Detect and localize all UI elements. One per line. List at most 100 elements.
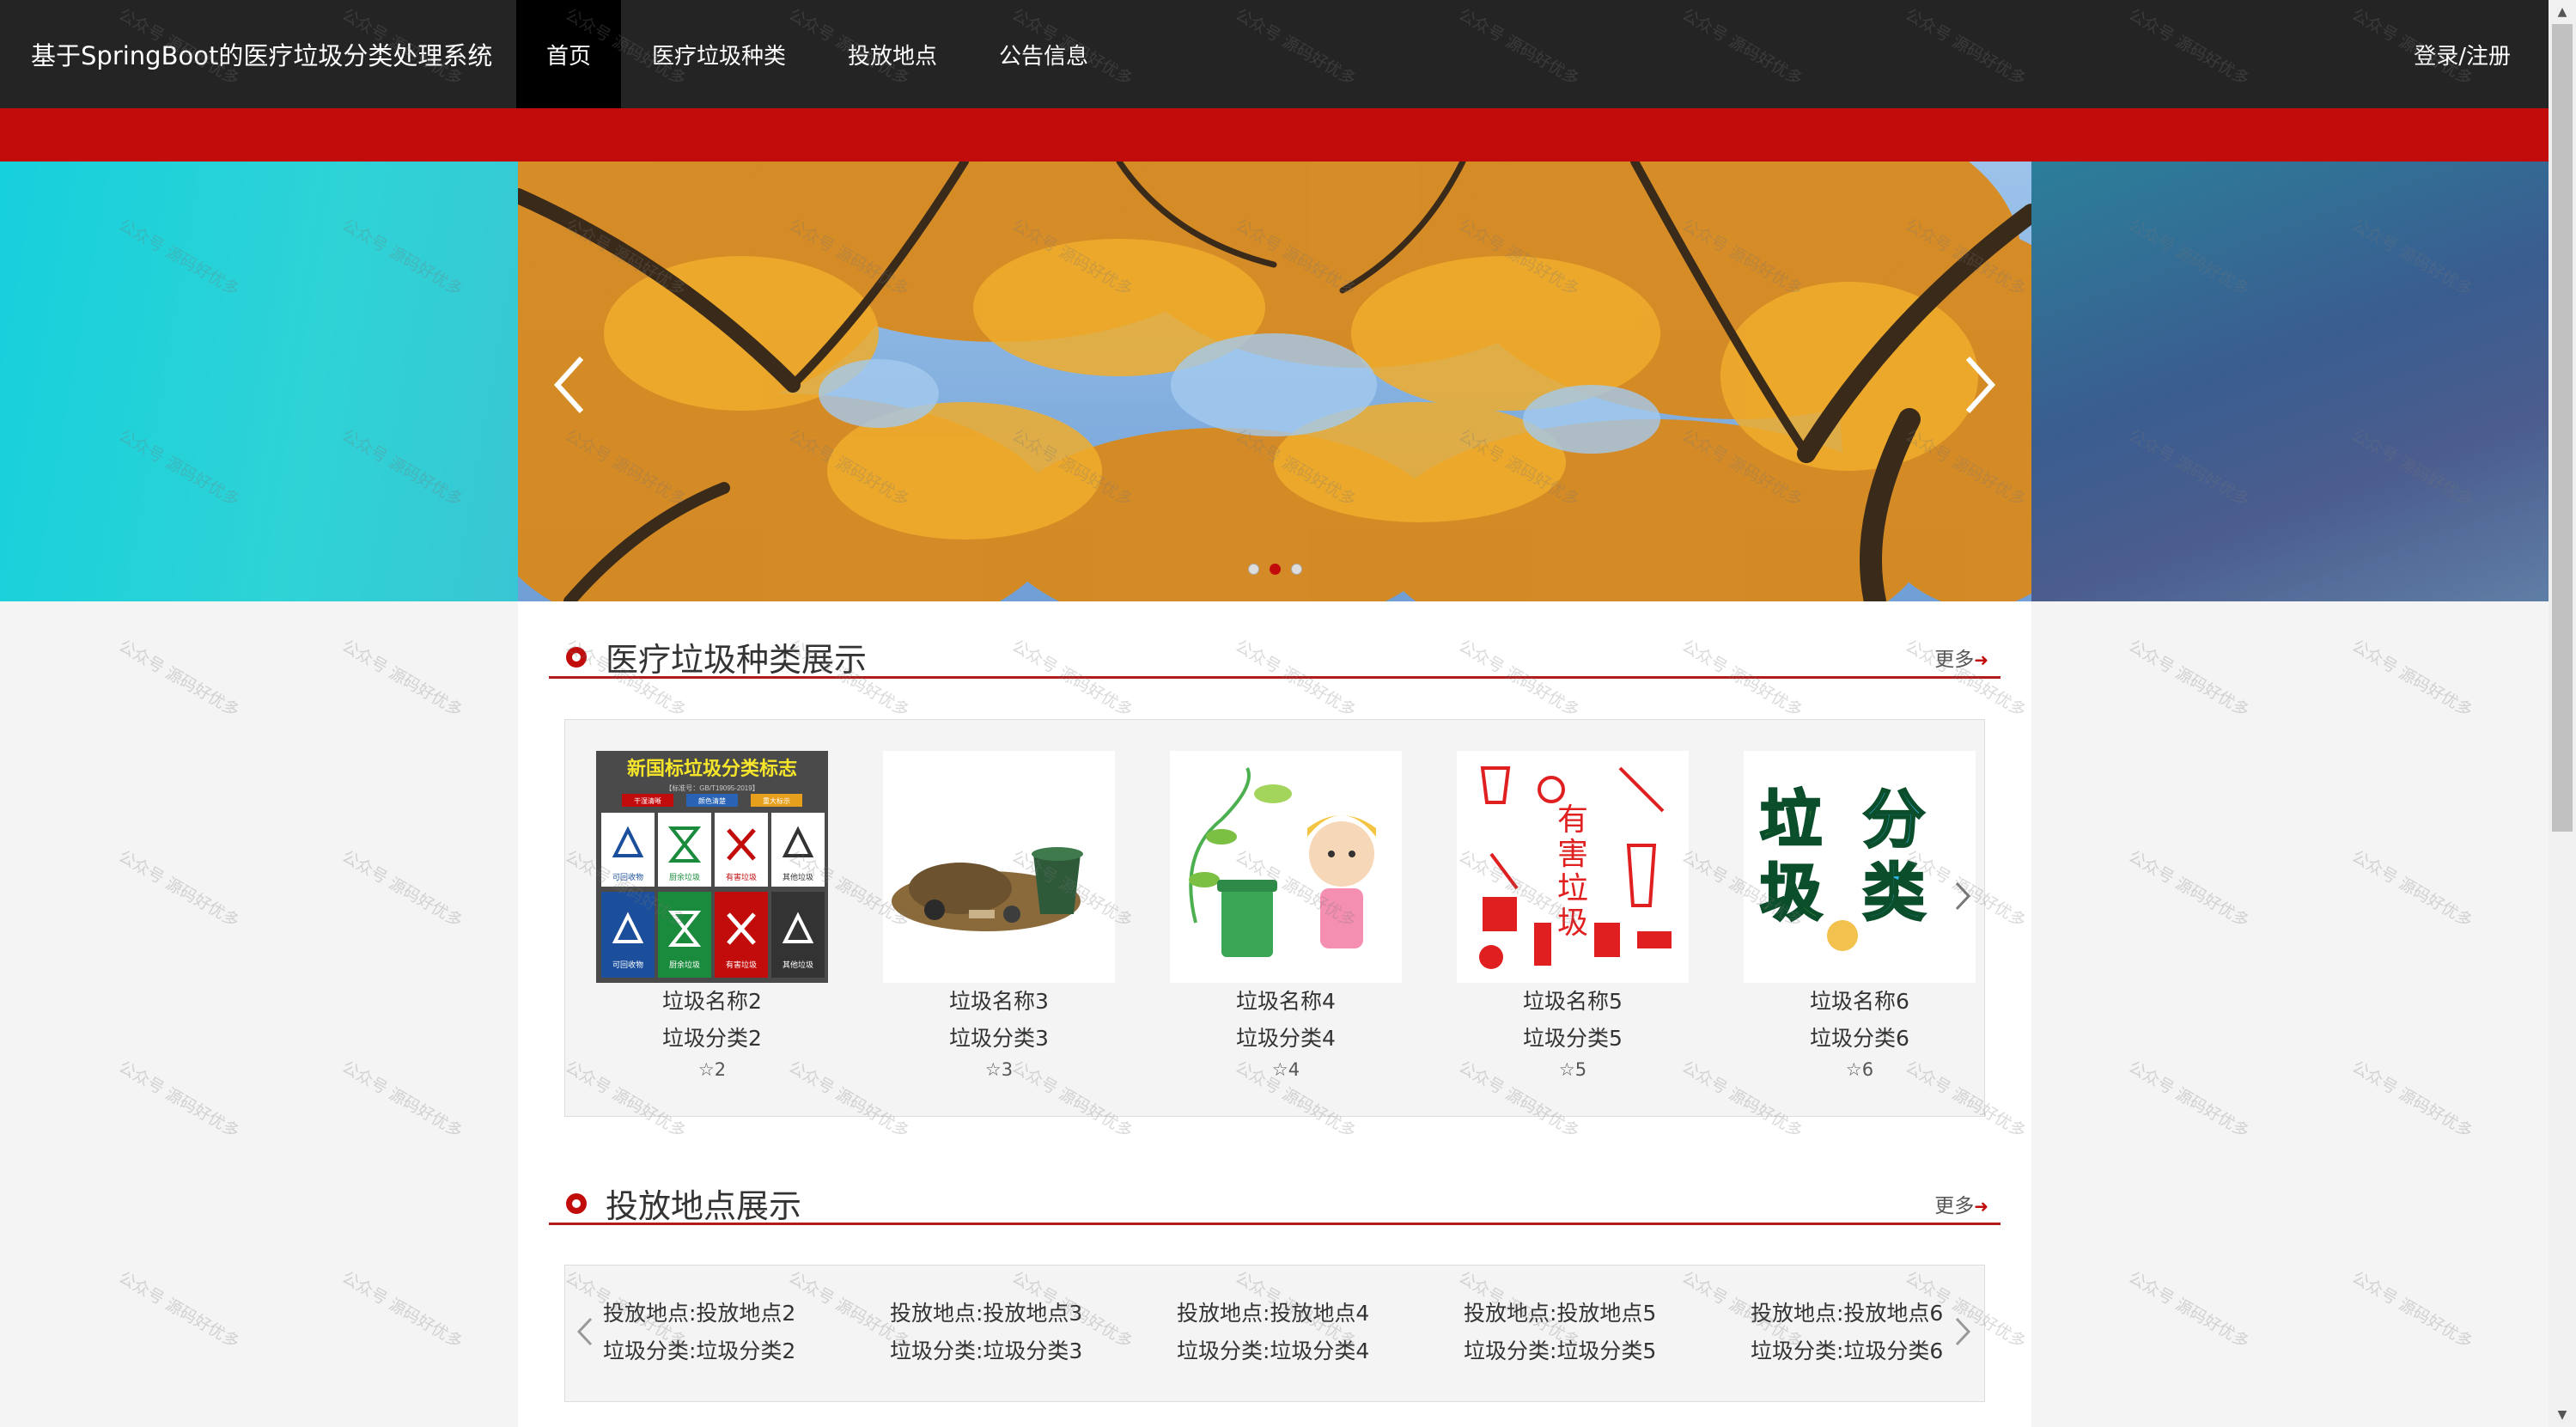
- waste-card[interactable]: 垃圾名称3 垃圾分类3 ☆3: [883, 751, 1115, 1082]
- nav-announcements[interactable]: 公告信息: [968, 0, 1119, 108]
- locations-header: 投放地点展示 更多➜: [549, 1184, 2001, 1225]
- login-register-link[interactable]: 登录/注册: [2414, 39, 2549, 70]
- waste-category: 垃圾分类5: [1523, 1026, 1623, 1051]
- sign-tag: 重大标示: [763, 796, 790, 805]
- scroll-down-icon[interactable]: ▼: [2549, 1403, 2576, 1427]
- star-icon: ☆: [1271, 1059, 1288, 1080]
- star-icon: ☆: [984, 1059, 1002, 1080]
- sign-tag: 干湿清晰: [634, 796, 661, 805]
- waste-name: 垃圾名称6: [1810, 989, 1909, 1014]
- waste-card[interactable]: 新国标垃圾分类标志 【标准号：GB/T19095-2019】 干湿清晰 颜色清楚…: [596, 751, 828, 1082]
- waste-category: 垃圾分类2: [662, 1026, 762, 1051]
- accent-bar: [0, 108, 2549, 162]
- sign-label: 厨余垃圾: [669, 872, 700, 881]
- waste-category: 垃圾分类4: [1236, 1026, 1336, 1051]
- watermark-text: 公众号 源码好优多: [2348, 636, 2476, 721]
- nav-waste-types[interactable]: 医疗垃圾种类: [621, 0, 817, 108]
- waste-next-button[interactable]: [1950, 875, 1976, 918]
- watermark-text: 公众号 源码好优多: [2348, 846, 2476, 931]
- waste-rating: ☆6: [1744, 1057, 1976, 1082]
- poster-char: 分: [1863, 786, 1925, 855]
- waste-name: 垃圾名称2: [662, 989, 762, 1014]
- poster-char: 垃: [1557, 871, 1588, 906]
- section-title: 投放地点展示: [606, 1187, 802, 1225]
- waste-name: 垃圾名称5: [1523, 989, 1623, 1014]
- waste-rating: ☆3: [883, 1057, 1115, 1082]
- carousel-prev-button[interactable]: [544, 351, 595, 419]
- scroll-up-icon[interactable]: ▲: [2549, 0, 2576, 24]
- waste-card[interactable]: 有 害 垃 圾 垃圾名称5 垃圾分类5 ☆5: [1457, 751, 1689, 1082]
- sign-label: 有害垃圾: [726, 960, 757, 969]
- waste-rating: ☆2: [596, 1057, 828, 1082]
- carousel-next-button[interactable]: [1954, 351, 2006, 419]
- carousel-dot[interactable]: [1290, 564, 1302, 575]
- waste-category: 垃圾分类6: [1810, 1026, 1909, 1051]
- waste-image: [1170, 751, 1402, 983]
- nav-home[interactable]: 首页: [516, 0, 621, 108]
- rating-value: 3: [1001, 1059, 1014, 1080]
- waste-rating: ☆5: [1457, 1057, 1689, 1082]
- sign-tag: 颜色清楚: [698, 796, 726, 805]
- chevron-left-icon: [553, 356, 584, 414]
- location-place: 投放地点:投放地点2: [603, 1301, 796, 1326]
- watermark-text: 公众号 源码好优多: [338, 1267, 466, 1352]
- location-card[interactable]: 投放地点:投放地点4 垃圾分类:垃圾分类4: [1177, 1295, 1426, 1370]
- watermark-text: 公众号 源码好优多: [338, 846, 466, 931]
- chevron-left-icon: [576, 1317, 593, 1346]
- scrollbar-thumb[interactable]: [2552, 24, 2573, 832]
- chevron-right-icon: [1965, 356, 1996, 414]
- location-place: 投放地点:投放地点5: [1464, 1301, 1657, 1326]
- site-title[interactable]: 基于SpringBoot的医疗垃圾分类处理系统: [0, 36, 516, 72]
- section-title: 医疗垃圾种类展示: [606, 641, 868, 679]
- location-category: 垃圾分类:垃圾分类2: [603, 1339, 796, 1363]
- nav-drop-locations[interactable]: 投放地点: [817, 0, 968, 108]
- locations-prev-button[interactable]: [572, 1310, 598, 1353]
- carousel-indicators: [518, 564, 2031, 575]
- location-category: 垃圾分类:垃圾分类3: [890, 1339, 1083, 1363]
- poster-char: 垃: [1760, 786, 1822, 855]
- banner-side-left: [0, 162, 518, 601]
- location-place: 投放地点:投放地点4: [1177, 1301, 1370, 1326]
- poster-char: 害: [1557, 837, 1588, 871]
- waste-image: 新国标垃圾分类标志 【标准号：GB/T19095-2019】 干湿清晰 颜色清楚…: [596, 751, 828, 983]
- rating-value: 4: [1288, 1059, 1300, 1080]
- autumn-tree-image: [518, 162, 2031, 601]
- location-category: 垃圾分类:垃圾分类4: [1177, 1339, 1370, 1363]
- carousel-dot[interactable]: [1269, 564, 1281, 575]
- poster-char: 类: [1863, 859, 1925, 928]
- waste-card[interactable]: 垃 圾 分 类 垃圾名称6 垃圾分类6 ☆6: [1744, 751, 1976, 1082]
- waste-card[interactable]: 垃圾名称4 垃圾分类4 ☆4: [1170, 751, 1402, 1082]
- waste-image: 垃 圾 分 类: [1744, 751, 1976, 983]
- waste-rating: ☆4: [1170, 1057, 1402, 1082]
- location-card[interactable]: 投放地点:投放地点5 垃圾分类:垃圾分类5: [1464, 1295, 1713, 1370]
- watermark-text: 公众号 源码好优多: [2125, 1267, 2253, 1352]
- watermark-text: 公众号 源码好优多: [115, 1267, 243, 1352]
- more-link[interactable]: 更多➜: [1934, 643, 1988, 672]
- watermark-text: 公众号 源码好优多: [2125, 1057, 2253, 1142]
- sign-label: 其他垃圾: [783, 872, 813, 881]
- watermark-text: 公众号 源码好优多: [115, 636, 243, 721]
- sign-label: 可回收物: [612, 960, 643, 969]
- locations-panel: 投放地点:投放地点2 垃圾分类:垃圾分类2 投放地点:投放地点3 垃圾分类:垃圾…: [564, 1265, 1985, 1402]
- watermark-text: 公众号 源码好优多: [338, 1057, 466, 1142]
- locations-next-button[interactable]: [1950, 1310, 1976, 1353]
- carousel-dot[interactable]: [1247, 564, 1259, 575]
- rating-value: 5: [1574, 1059, 1587, 1080]
- location-card[interactable]: 投放地点:投放地点3 垃圾分类:垃圾分类3: [890, 1295, 1139, 1370]
- circle-bullet-icon: [566, 646, 587, 668]
- waste-name: 垃圾名称4: [1236, 989, 1336, 1014]
- location-place: 投放地点:投放地点3: [890, 1301, 1083, 1326]
- arrow-right-icon: ➜: [1974, 649, 1988, 670]
- watermark-text: 公众号 源码好优多: [338, 636, 466, 721]
- main-content: 医疗垃圾种类展示 更多➜ 新国标垃圾分类标志 【标准号：GB/T19095-20…: [518, 601, 2031, 1427]
- waste-image: [883, 751, 1115, 983]
- sign-subtitle: 【标准号：GB/T19095-2019】: [665, 784, 758, 792]
- rating-value: 6: [1861, 1059, 1874, 1080]
- chevron-right-icon: [1955, 1317, 1971, 1346]
- hero-carousel[interactable]: [518, 162, 2031, 601]
- more-label: 更多: [1934, 1194, 1975, 1217]
- watermark-text: 公众号 源码好优多: [115, 846, 243, 931]
- location-card[interactable]: 投放地点:投放地点2 垃圾分类:垃圾分类2: [603, 1295, 852, 1370]
- chevron-right-icon: [1955, 881, 1971, 911]
- more-link[interactable]: 更多➜: [1934, 1189, 1988, 1218]
